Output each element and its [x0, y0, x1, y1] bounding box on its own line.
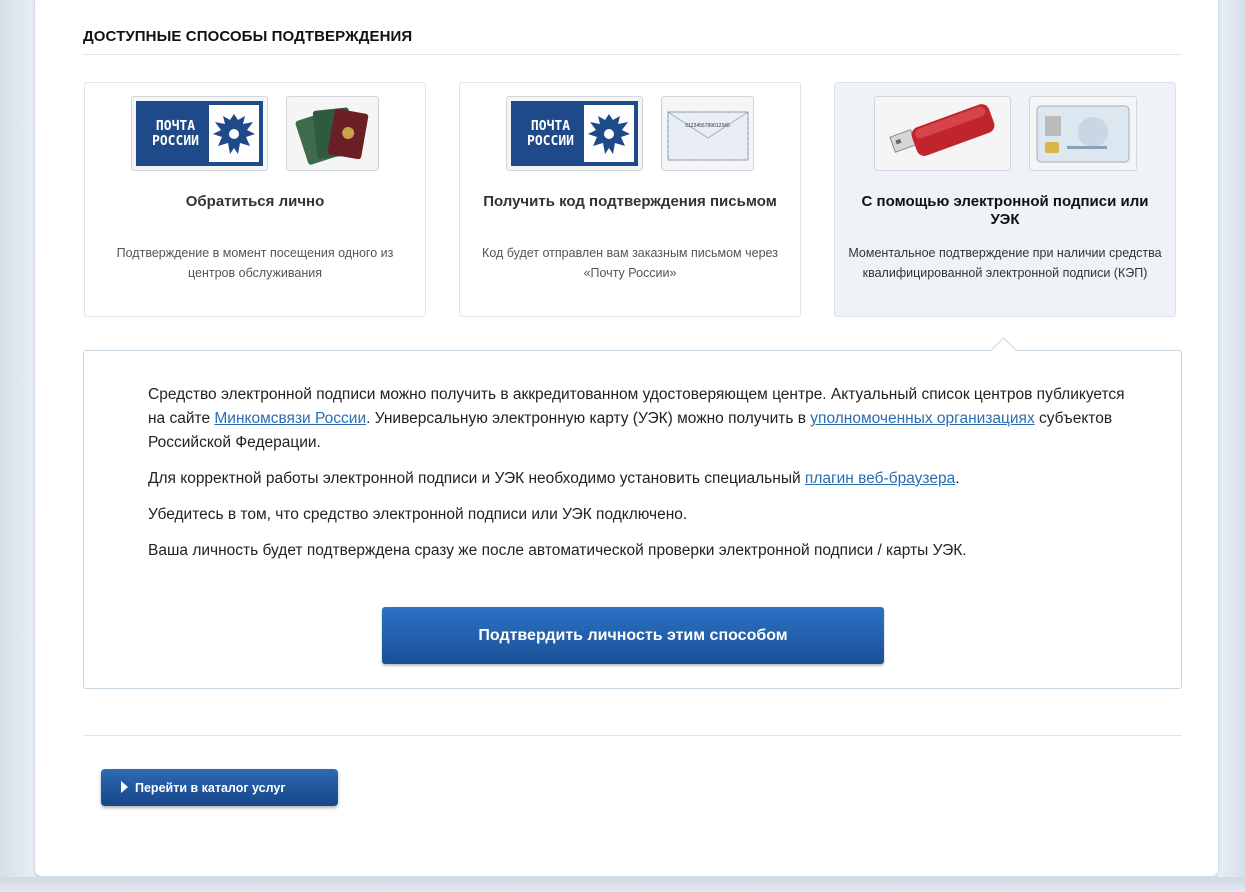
- logo-text-line1: ПОЧТА: [530, 118, 571, 134]
- method-card-by-letter[interactable]: ПОЧТА РОССИИ 0123456789012345 Получить к…: [459, 82, 801, 317]
- logo-text-line1: ПОЧТА: [155, 118, 196, 134]
- card-description: Код будет отправлен вам заказным письмом…: [482, 246, 778, 280]
- passport-icon: [295, 107, 368, 165]
- play-arrow-icon: [121, 781, 128, 793]
- detail-paragraph-1: Средство электронной подписи можно получ…: [148, 383, 1128, 455]
- logo-text-line2: РОССИИ: [527, 133, 574, 149]
- catalog-button-label: Перейти в каталог услуг: [135, 780, 286, 795]
- usb-token-thumb: [873, 96, 1011, 171]
- pochta-rossii-logo-thumb: ПОЧТА РОССИИ: [506, 96, 643, 171]
- page-left-frame: [0, 0, 34, 892]
- method-card-in-person[interactable]: ПОЧТА РОССИИ Обратиться лично Подтвержде…: [84, 82, 426, 317]
- detail-text: . Универсальную электронную карту (УЭК) …: [366, 410, 811, 427]
- card-title: Получить код подтверждения письмом: [483, 193, 777, 210]
- confirm-identity-button[interactable]: Подтвердить личность этим способом: [382, 607, 884, 664]
- logo-text-line2: РОССИИ: [152, 133, 199, 149]
- pochta-rossii-logo: ПОЧТА РОССИИ: [511, 101, 638, 166]
- method-detail-panel: Средство электронной подписи можно получ…: [83, 337, 1182, 689]
- eagle-emblem-icon: [584, 105, 634, 162]
- card-description: Моментальное подтверждение при наличии с…: [848, 246, 1162, 280]
- uek-card-thumb: [1028, 96, 1137, 171]
- card-title: Обратиться лично: [185, 193, 325, 210]
- envelope-icon: [667, 111, 748, 160]
- pochta-rossii-logo-thumb: ПОЧТА РОССИИ: [131, 96, 268, 171]
- detail-paragraph-4: Ваша личность будет подтверждена сразу ж…: [148, 542, 967, 559]
- detail-paragraph-3: Убедитесь в том, что средство электронно…: [148, 506, 688, 523]
- minkomsvyaz-link[interactable]: Минкомсвязи России: [214, 410, 366, 427]
- detail-text: Для корректной работы электронной подпис…: [148, 470, 805, 487]
- page-right-frame: [1217, 0, 1245, 892]
- browser-plugin-link[interactable]: плагин веб-браузера: [805, 470, 955, 487]
- envelope-code: 0123456789012345: [685, 123, 730, 129]
- eagle-emblem-icon: [209, 105, 259, 162]
- method-card-e-signature[interactable]: С помощью электронной подписи или УЭК Мо…: [834, 82, 1176, 317]
- page-bottom-strip: [0, 877, 1245, 892]
- section-title: ДОСТУПНЫЕ СПОСОБЫ ПОДТВЕРЖДЕНИЯ: [83, 28, 1181, 55]
- envelope-thumb: 0123456789012345: [661, 96, 754, 171]
- footer-divider: [83, 735, 1182, 736]
- detail-paragraph-2: Для корректной работы электронной подпис…: [148, 467, 1128, 491]
- usb-token-icon: [889, 103, 995, 156]
- pochta-rossii-logo: ПОЧТА РОССИИ: [136, 101, 263, 166]
- go-to-catalog-button[interactable]: Перейти в каталог услуг: [101, 769, 338, 806]
- detail-text: .: [955, 470, 960, 487]
- authorized-organizations-link[interactable]: уполномоченных организациях: [810, 410, 1034, 427]
- card-description: Подтверждение в момент посещения одного …: [116, 246, 394, 280]
- uek-card-icon: [1036, 105, 1129, 162]
- passport-thumb: [286, 96, 379, 171]
- card-title: С помощью электронной подписи или УЭК: [861, 193, 1149, 228]
